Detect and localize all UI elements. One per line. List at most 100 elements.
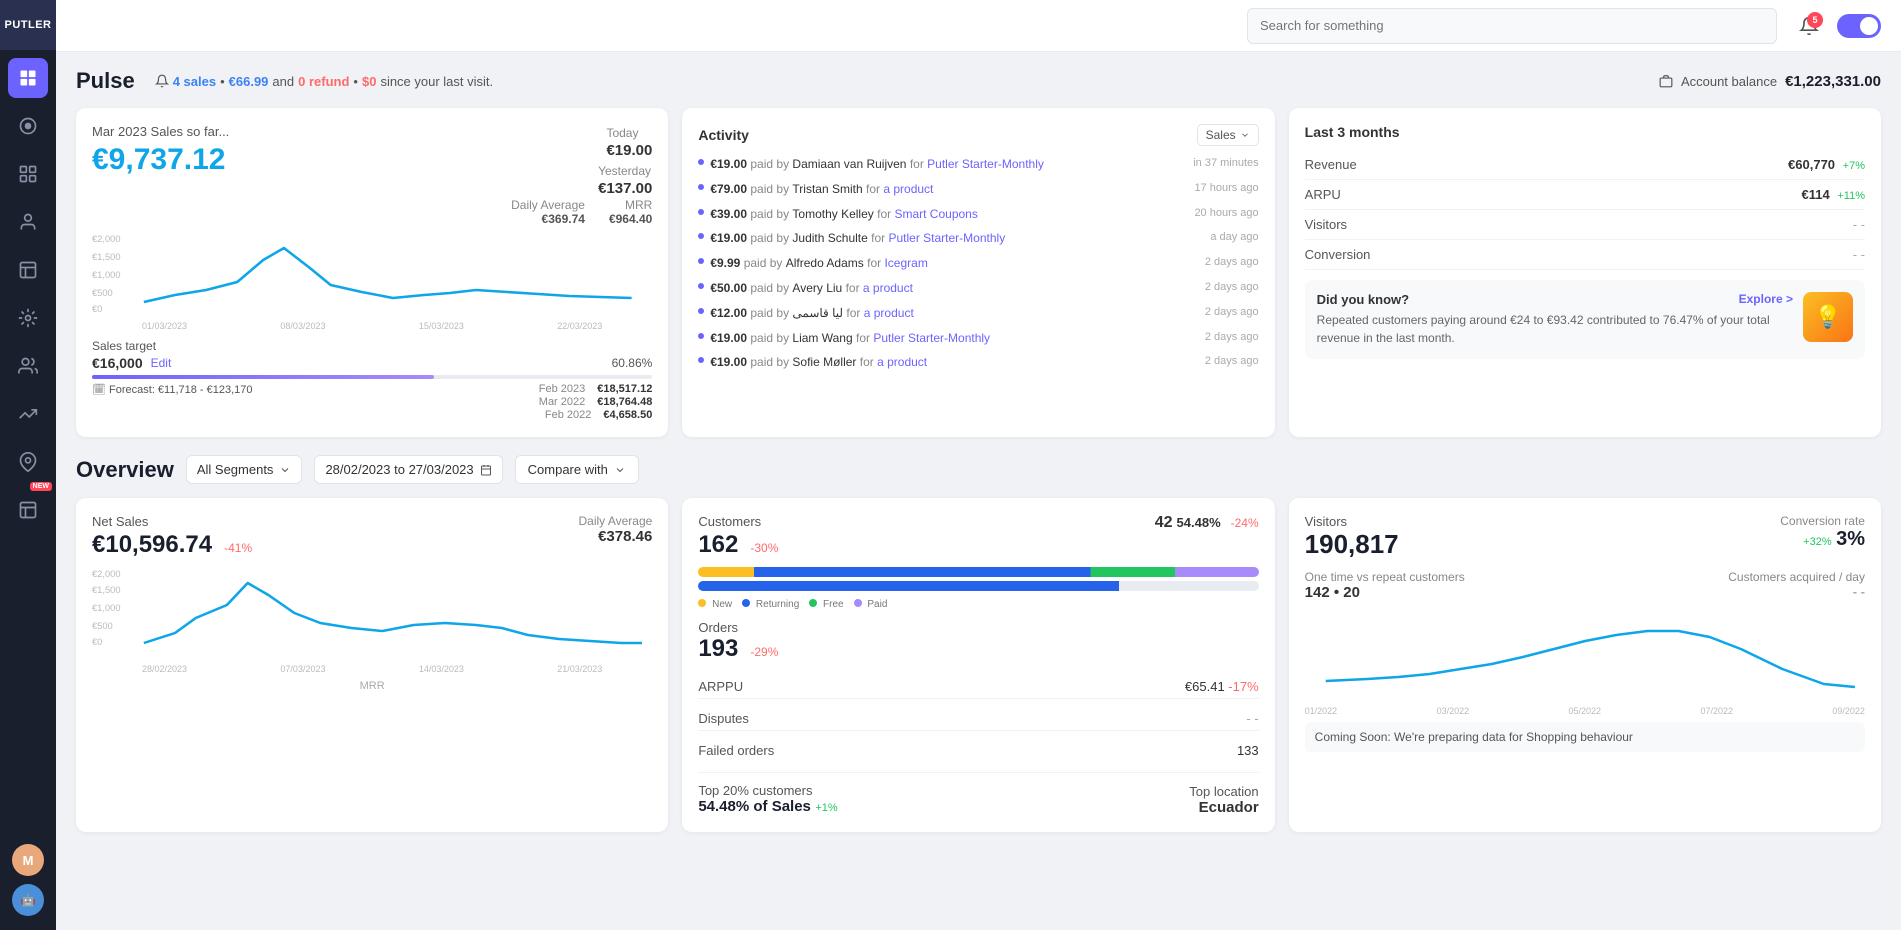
list-item: €79.00 paid by Tristan Smith for a produ…	[698, 181, 1258, 198]
activity-text: €79.00 paid by Tristan Smith for a produ…	[710, 181, 1188, 198]
segment-select[interactable]: All Segments	[186, 455, 303, 484]
activity-dot	[698, 184, 704, 190]
sidebar-item-products[interactable]	[8, 154, 48, 194]
net-sales-right: Daily Average €378.46	[579, 514, 653, 545]
pulse-refund: 0 refund	[298, 74, 349, 89]
activity-time: 2 days ago	[1205, 255, 1259, 270]
bot-avatar[interactable]: 🤖	[12, 884, 44, 916]
net-sales-left: Net Sales €10,596.74 -41%	[92, 514, 252, 559]
new-badge: NEW	[30, 482, 52, 491]
content-area: Pulse 4 sales • €66.99 and 0 refund • $0…	[56, 52, 1901, 930]
activity-dot	[698, 283, 704, 289]
activity-time: 2 days ago	[1205, 354, 1259, 369]
sidebar-item-team[interactable]	[8, 346, 48, 386]
bar-bottom	[698, 581, 1258, 591]
date-range-button[interactable]: 28/02/2023 to 27/03/2023	[314, 455, 502, 484]
search-input[interactable]	[1247, 8, 1777, 44]
pulse-zero: $0	[362, 74, 376, 89]
repeat-value: 142 • 20	[1305, 584, 1465, 601]
sidebar-bottom: M 🤖	[12, 840, 44, 930]
bar-legend: New Returning Free Paid	[698, 599, 1258, 610]
customers-top: Customers 162 -30% 42 54.48% -24%	[698, 514, 1258, 559]
forecast-prev-row: 🗓 Forecast: €11,718 - €123,170 Feb 2023 …	[92, 383, 652, 421]
sales-chart: €2,000 €1,500 €1,000 €500 €0 01/03/2023 …	[92, 230, 652, 331]
acq-day: Customers acquired / day - -	[1728, 570, 1865, 601]
x-label-2: 08/03/2023	[280, 321, 325, 331]
did-you-know: Did you know? Explore > Repeated custome…	[1305, 280, 1865, 359]
metric-visitors: Visitors - -	[1305, 210, 1865, 240]
notif-count: 5	[1807, 12, 1823, 28]
sidebar-item-reports[interactable]	[8, 250, 48, 290]
progress-bar	[92, 375, 652, 379]
main-content: 5 Pulse 4 sales • €66.99 and 0 refund • …	[56, 0, 1901, 930]
activity-dot	[698, 209, 704, 215]
dyk-content: Did you know? Explore > Repeated custome…	[1317, 292, 1793, 347]
net-sales-card: Net Sales €10,596.74 -41% Daily Average …	[76, 498, 668, 832]
compare-with-button[interactable]: Compare with	[515, 455, 639, 484]
sidebar-item-geo[interactable]	[8, 442, 48, 482]
pulse-title: Pulse	[76, 68, 135, 94]
net-sales-label: Net Sales	[92, 514, 252, 529]
cust-right-val: 42	[1155, 514, 1173, 532]
legend-free: Free	[809, 599, 843, 610]
svg-text:€1,000: €1,000	[92, 270, 121, 280]
activity-filter-label: Sales	[1206, 128, 1236, 142]
customers-label: Customers	[698, 514, 778, 529]
sales-card: Mar 2023 Sales so far... €9,737.12 Today…	[76, 108, 668, 437]
legend-new: New	[698, 599, 732, 610]
sales-left: Mar 2023 Sales so far... €9,737.12	[92, 124, 229, 198]
visitors-chart	[1305, 609, 1865, 699]
activity-text: €50.00 paid by Avery Liu for a product	[710, 280, 1199, 297]
visitors-header: Visitors 190,817 Conversion rate +32% 3%	[1305, 514, 1865, 560]
list-item: €12.00 paid by لیا قاسمی for a product 2…	[698, 305, 1258, 322]
sidebar-item-new-feature[interactable]	[8, 490, 48, 530]
svg-text:€2,000: €2,000	[92, 234, 121, 244]
ns-x-label-4: 21/03/2023	[557, 664, 602, 674]
explore-link[interactable]: Explore >	[1739, 292, 1793, 307]
dyk-desc: Repeated customers paying around €24 to …	[1317, 311, 1793, 347]
sidebar-item-customers[interactable]	[8, 202, 48, 242]
orders-change: -29%	[750, 645, 778, 659]
edit-target[interactable]: Edit	[151, 356, 172, 370]
activity-filter[interactable]: Sales	[1197, 124, 1259, 146]
visitors-left: Visitors 190,817	[1305, 514, 1399, 560]
activity-dot	[698, 308, 704, 314]
top-customers: Top 20% customers 54.48% of Sales +1% To…	[698, 772, 1258, 816]
topbar: 5	[56, 0, 1901, 52]
theme-toggle[interactable]	[1837, 14, 1881, 38]
sidebar-item-integrations[interactable]	[8, 298, 48, 338]
activity-text: €19.00 paid by Damiaan van Ruijven for P…	[710, 156, 1187, 173]
sidebar-item-dashboard[interactable]	[8, 58, 48, 98]
activity-dot	[698, 233, 704, 239]
pulse-bullet2: •	[353, 74, 358, 89]
activity-card: Activity Sales €19.00 paid by Damiaan va…	[682, 108, 1274, 437]
activity-header: Activity Sales	[698, 124, 1258, 146]
sales-amount: €9,737.12	[92, 143, 229, 177]
sales-right: Today €19.00 Yesterday €137.00	[598, 124, 652, 198]
activity-time: in 37 minutes	[1193, 156, 1258, 171]
customers-card: Customers 162 -30% 42 54.48% -24%	[682, 498, 1274, 832]
new-dot	[698, 599, 706, 607]
sidebar-item-trends[interactable]	[8, 394, 48, 434]
visitors-card: Visitors 190,817 Conversion rate +32% 3%…	[1289, 498, 1881, 832]
activity-dot	[698, 333, 704, 339]
sidebar-item-analytics[interactable]	[8, 106, 48, 146]
sales-target-section: Sales target €16,000 Edit 60.86% 🗓 Forec…	[92, 339, 652, 421]
failed-orders-row: Failed orders 133	[698, 739, 1258, 762]
top-customers-left: Top 20% customers 54.48% of Sales +1%	[698, 783, 837, 816]
x-label-3: 15/03/2023	[419, 321, 464, 331]
segment-label: All Segments	[197, 462, 274, 477]
sidebar-item-new-feature-wrap: NEW	[8, 486, 48, 534]
notification-button[interactable]: 5	[1793, 10, 1825, 42]
net-sales-amount: €10,596.74	[92, 531, 212, 559]
customers-right-stats: 42 54.48% -24%	[1155, 514, 1259, 532]
last3months-title: Last 3 months	[1305, 124, 1865, 140]
user-avatar[interactable]: M	[12, 844, 44, 876]
activity-text: €19.00 paid by Liam Wang for Putler Star…	[710, 330, 1199, 347]
compare-label: Compare with	[528, 462, 608, 477]
pulse-header: Pulse 4 sales • €66.99 and 0 refund • $0…	[76, 68, 1881, 94]
activity-text: €19.00 paid by Sofie Møller for a produc…	[710, 354, 1199, 371]
orders-row: Orders	[698, 620, 1258, 635]
list-item: €19.00 paid by Liam Wang for Putler Star…	[698, 330, 1258, 347]
repeat-customers: One time vs repeat customers 142 • 20	[1305, 570, 1465, 601]
